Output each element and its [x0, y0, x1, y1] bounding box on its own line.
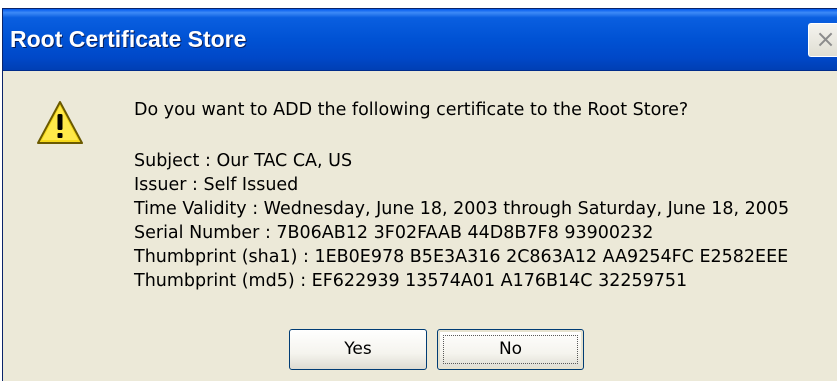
close-button[interactable]: × — [808, 23, 837, 57]
root-certificate-dialog: Root Certificate Store × Do you want to … — [2, 8, 837, 381]
yes-button[interactable]: Yes — [289, 329, 427, 370]
detail-issuer: Issuer : Self Issued — [134, 175, 299, 195]
detail-thumbprint-md5: Thumbprint (md5) : EF622939 13574A01 A17… — [134, 271, 688, 291]
title-bar[interactable]: Root Certificate Store × — [3, 9, 837, 71]
detail-time-validity: Time Validity : Wednesday, June 18, 2003… — [134, 199, 790, 219]
dialog-title: Root Certificate Store — [10, 26, 247, 52]
detail-serial-number: Serial Number : 7B06AB12 3F02FAAB 44D8B7… — [134, 223, 654, 243]
warning-icon — [37, 101, 83, 144]
no-button[interactable]: No — [437, 329, 584, 370]
certificate-details: Subject : Our TAC CA, US Issuer : Self I… — [134, 149, 789, 293]
detail-subject: Subject : Our TAC CA, US — [134, 151, 353, 171]
no-button-label: No — [498, 339, 523, 359]
confirmation-message: Do you want to ADD the following certifi… — [134, 100, 689, 120]
detail-thumbprint-sha1: Thumbprint (sha1) : 1EB0E978 B5E3A316 2C… — [134, 247, 789, 267]
